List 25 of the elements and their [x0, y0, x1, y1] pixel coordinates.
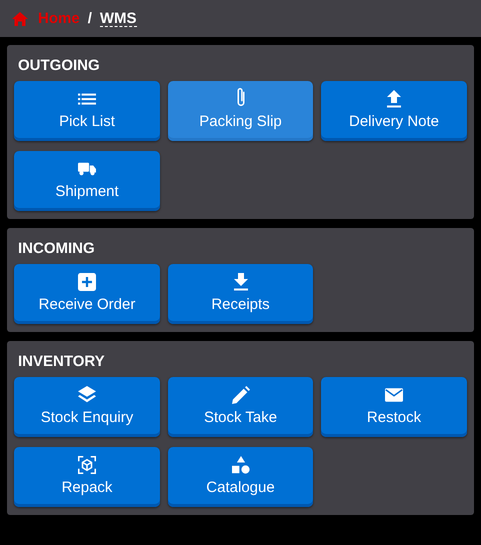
pencil-icon	[232, 386, 250, 404]
menu-button[interactable]: Pick List	[14, 81, 160, 141]
section-title: INCOMING	[18, 240, 96, 257]
menu-button[interactable]: Receive Order	[14, 264, 160, 324]
menu-button[interactable]: Catalogue	[168, 447, 313, 507]
upload-icon	[385, 90, 403, 108]
menu-button[interactable]: Receipts	[168, 264, 313, 324]
home-icon[interactable]	[12, 12, 28, 26]
layers-icon	[78, 386, 96, 404]
menu-button[interactable]: Repack	[14, 447, 160, 507]
section-title: INVENTORY	[18, 353, 106, 370]
envelope-icon	[385, 386, 403, 404]
breadcrumb-separator: /	[88, 10, 92, 27]
plus-icon	[78, 272, 96, 290]
cube-icon	[78, 456, 96, 474]
menu-button[interactable]: Delivery Note	[321, 81, 467, 141]
menu-button[interactable]: Stock Take	[168, 377, 313, 437]
current-page: WMS	[100, 10, 137, 26]
menu-button[interactable]: Packing Slip	[168, 81, 313, 141]
download-icon	[232, 272, 250, 290]
menu-button[interactable]: Restock	[321, 377, 467, 437]
section-title: OUTGOING	[18, 57, 101, 74]
shapes-icon	[232, 456, 250, 474]
menu-button[interactable]: Stock Enquiry	[14, 377, 160, 437]
menu-button[interactable]: Shipment	[14, 151, 160, 211]
